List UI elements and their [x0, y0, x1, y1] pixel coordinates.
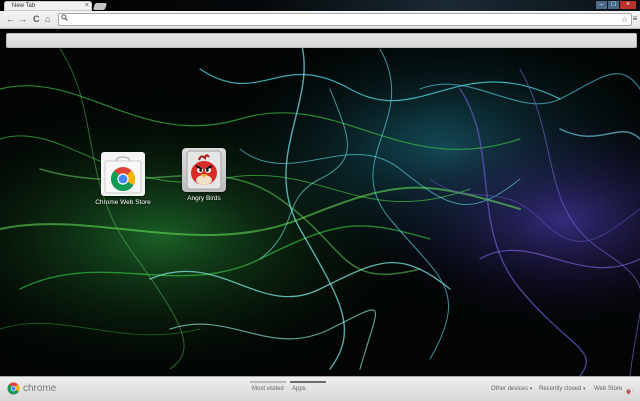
- app-label: Chrome Web Store: [95, 199, 151, 206]
- tab-new-tab[interactable]: New Tab ×: [4, 1, 92, 11]
- chevron-down-icon: ▾: [583, 386, 586, 392]
- omnibox[interactable]: ☆: [58, 13, 632, 26]
- window-controls: – □ ×: [596, 1, 636, 9]
- new-tab-button[interactable]: [92, 3, 108, 10]
- recently-closed-label: Recently closed: [539, 386, 582, 392]
- search-icon: [61, 14, 68, 25]
- other-devices-label: Other devices: [491, 386, 529, 392]
- ntp-footer: chrome Most visited Apps Other devices ▾…: [0, 376, 640, 401]
- home-button[interactable]: ⌂: [45, 14, 50, 24]
- apps-indicator: [290, 381, 326, 383]
- menu-button[interactable]: ≡: [631, 14, 639, 24]
- most-visited-indicator: [250, 381, 286, 383]
- toolbar: ← → C ⌂ ☆ ≡: [0, 11, 640, 29]
- close-window-button[interactable]: ×: [620, 1, 636, 9]
- web-store-link[interactable]: Web Store: [594, 386, 622, 392]
- app-angry-birds[interactable]: Angry Birds: [169, 148, 239, 202]
- tab-close-icon[interactable]: ×: [85, 1, 89, 11]
- title-bar: New Tab × – □ ×: [0, 0, 640, 11]
- forward-button[interactable]: →: [18, 14, 27, 24]
- app-label: Angry Birds: [187, 195, 221, 202]
- chevron-down-icon: ▾: [529, 386, 533, 392]
- recently-closed-menu[interactable]: Recently closed ▾: [539, 386, 586, 392]
- bookmarks-bar: [6, 33, 637, 48]
- logo-wordmark: chrome: [23, 382, 57, 394]
- chrome-icon: [7, 382, 20, 395]
- minimize-button[interactable]: –: [596, 1, 607, 9]
- back-button[interactable]: ←: [6, 14, 15, 24]
- maximize-button[interactable]: □: [608, 1, 619, 9]
- other-devices-menu[interactable]: Other devices ▾: [491, 386, 532, 392]
- chrome-logo: chrome: [7, 382, 56, 395]
- address-input[interactable]: [70, 15, 610, 24]
- bookmark-star-icon[interactable]: ☆: [621, 14, 628, 25]
- tab-most-visited[interactable]: Most visited: [252, 386, 284, 392]
- tab-apps[interactable]: Apps: [292, 386, 306, 392]
- tab-title: New Tab: [12, 3, 36, 9]
- reload-button[interactable]: C: [33, 14, 40, 24]
- chrome-web-store-icon: [101, 152, 145, 196]
- web-store-icon[interactable]: [624, 386, 633, 395]
- angry-birds-icon: [182, 148, 226, 192]
- app-chrome-web-store[interactable]: Chrome Web Store: [88, 152, 158, 206]
